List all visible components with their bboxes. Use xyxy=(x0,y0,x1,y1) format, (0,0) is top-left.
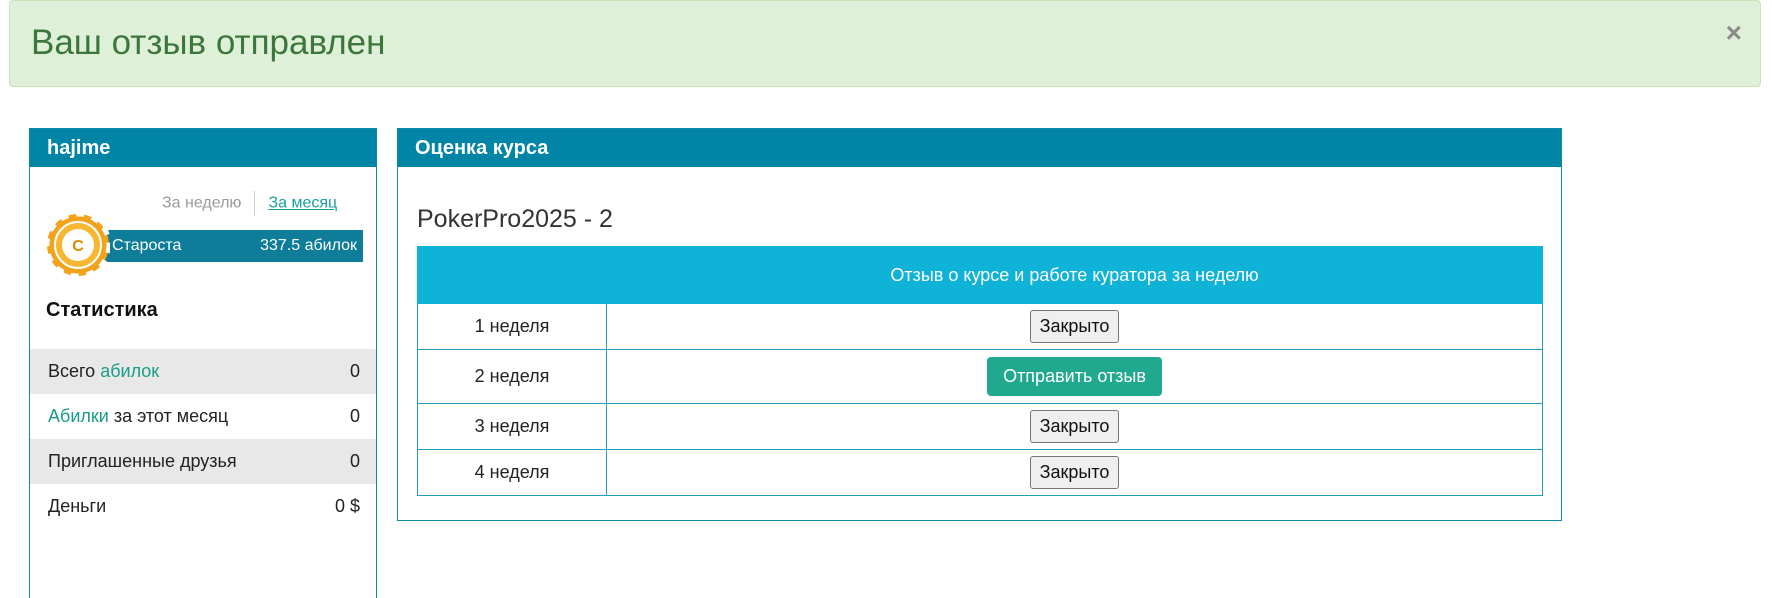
stat-row-money: Деньги 0 $ xyxy=(30,484,376,529)
header-feedback: Отзыв о курсе и работе куратора за недел… xyxy=(606,246,1543,304)
send-feedback-button[interactable]: Отправить отзыв xyxy=(987,357,1162,396)
closed-button[interactable]: Закрыто xyxy=(1029,310,1120,343)
stat-label-text: за этот месяц xyxy=(108,406,229,426)
action-cell: Закрыто xyxy=(606,403,1543,450)
stats-list: Всего абилок 0 Абилки за этот месяц 0 Пр… xyxy=(30,349,376,529)
chip-letter: C xyxy=(72,238,84,255)
close-icon[interactable]: × xyxy=(1726,19,1742,47)
stat-label: Всего абилок xyxy=(48,349,159,394)
stat-link[interactable]: абилок xyxy=(100,361,159,381)
table-header-row: Отзыв о курсе и работе куратора за недел… xyxy=(417,246,1543,304)
table-row: 3 неделя Закрыто xyxy=(417,403,1543,450)
stat-label-text: Всего xyxy=(48,361,101,381)
week-cell: 4 неделя xyxy=(417,449,607,496)
success-alert: Ваш отзыв отправлен × xyxy=(9,0,1761,87)
action-cell: Отправить отзыв xyxy=(606,349,1543,404)
week-cell: 3 неделя xyxy=(417,403,607,450)
table-row: 1 неделя Закрыто xyxy=(417,303,1543,350)
table-row: 2 неделя Отправить отзыв xyxy=(417,349,1543,404)
action-cell: Закрыто xyxy=(606,449,1543,496)
course-title: PokerPro2025 - 2 xyxy=(417,205,613,233)
closed-button[interactable]: Закрыто xyxy=(1029,456,1120,489)
stat-label: Приглашенные друзья xyxy=(48,451,237,471)
stat-label: Абилки за этот месяц xyxy=(48,394,228,439)
stat-row-friends: Приглашенные друзья 0 xyxy=(30,439,376,484)
weeks-table: Отзыв о курсе и работе куратора за недел… xyxy=(417,246,1543,496)
alert-message: Ваш отзыв отправлен xyxy=(31,23,386,62)
rank-name: Староста xyxy=(112,237,182,254)
tab-month[interactable]: За месяц xyxy=(268,195,337,212)
rank-bar: Староста 337.5 абилок xyxy=(92,230,363,262)
poker-chip-icon: C xyxy=(46,213,110,277)
stats-title: Статистика xyxy=(46,299,158,321)
action-cell: Закрыто xyxy=(606,303,1543,350)
stat-row-total: Всего абилок 0 xyxy=(30,349,376,394)
course-panel: Оценка курса PokerPro2025 - 2 Отзыв о ку… xyxy=(397,128,1562,521)
stat-value: 0 xyxy=(349,451,360,471)
table-row: 4 неделя Закрыто xyxy=(417,449,1543,496)
period-tabs: За неделю За месяц xyxy=(162,191,337,216)
stat-row-month: Абилки за этот месяц 0 xyxy=(30,394,376,439)
stat-label: Деньги xyxy=(48,496,107,516)
week-cell: 2 неделя xyxy=(417,349,607,404)
rank-points: 337.5 абилок xyxy=(260,237,357,254)
course-panel-title: Оценка курса xyxy=(398,129,1561,167)
week-cell: 1 неделя xyxy=(417,303,607,350)
stat-value: 0 xyxy=(349,361,360,381)
stat-value: 0 xyxy=(349,406,360,426)
tab-divider xyxy=(254,191,256,216)
closed-button[interactable]: Закрыто xyxy=(1029,410,1120,443)
tab-week[interactable]: За неделю xyxy=(162,195,241,212)
profile-panel: hajime За неделю За месяц Староста 337.5 … xyxy=(29,128,377,598)
profile-username: hajime xyxy=(30,129,376,167)
header-week xyxy=(417,246,607,304)
stat-link[interactable]: Абилки xyxy=(48,406,109,426)
stat-value: 0 $ xyxy=(334,496,360,516)
